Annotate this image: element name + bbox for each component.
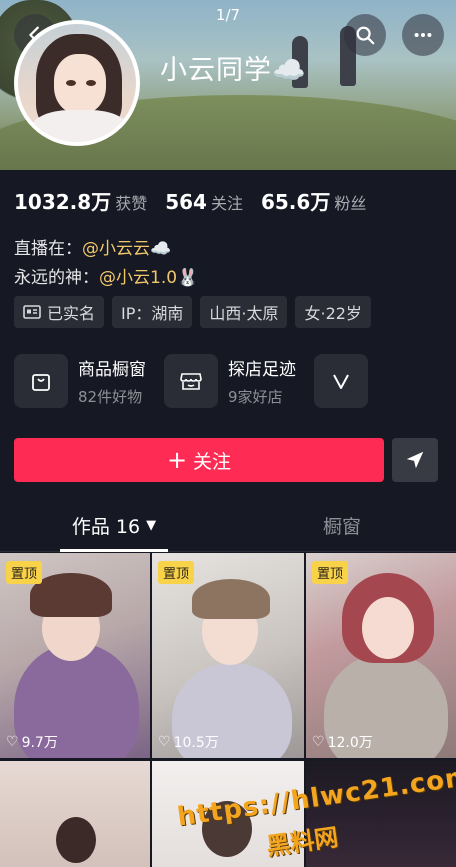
profile-stats: 1032.8万 获赞 564 关注 65.6万 粉丝 [14, 186, 366, 215]
heart-icon: ♡ [6, 734, 19, 750]
tag-location: 山西·太原 [200, 296, 288, 328]
video-tile[interactable]: 置顶 ♡ 10.5万 [152, 553, 304, 758]
shortcut-shop-window[interactable]: 商品橱窗 82件好物 [14, 354, 146, 408]
tab-works[interactable]: 作品 16 ▼ [0, 500, 228, 552]
stat-label: 关注 [210, 194, 243, 213]
like-count: ♡ 10.5万 [158, 732, 219, 752]
shortcut-subtitle: 9家好店 [228, 388, 283, 406]
shortcut-title: 商品橱窗 [78, 360, 146, 380]
bio-mention-link[interactable]: @小云云☁️ [82, 239, 171, 259]
tag-verified: 已实名 [14, 296, 105, 328]
shortcut-partial[interactable] [314, 354, 368, 408]
bio-line-main: 永远的神：@小云1.0🐰 [14, 263, 198, 288]
pinned-badge: 置顶 [158, 561, 195, 584]
more-button[interactable] [402, 14, 444, 56]
bio-prefix: 直播在： [14, 239, 82, 259]
store-icon [164, 354, 218, 408]
tag-label: 山西·太原 [209, 304, 279, 323]
pinned-badge: 置顶 [6, 561, 43, 584]
tab-label: 作品 16 [71, 516, 141, 538]
like-count-value: 12.0万 [327, 735, 373, 751]
profile-shortcuts: 商品橱窗 82件好物 探店足迹 9家好店 [14, 354, 368, 408]
profile-tags: 已实名 IP：湖南 山西·太原 女·22岁 [14, 296, 371, 328]
like-count-value: 10.5万 [173, 735, 219, 751]
bio-mention-link[interactable]: @小云1.0🐰 [99, 268, 198, 288]
heart-icon: ♡ [312, 734, 325, 750]
caret-down-icon[interactable]: ▼ [146, 518, 156, 533]
search-icon [356, 26, 375, 45]
follow-label: 关注 [193, 450, 232, 473]
video-tile[interactable] [0, 761, 150, 867]
id-card-icon [23, 305, 41, 319]
send-icon [406, 451, 424, 469]
video-tile[interactable]: 置顶 ♡ 9.7万 [0, 553, 150, 758]
like-count: ♡ 9.7万 [6, 732, 58, 752]
bio-prefix: 永远的神： [14, 268, 99, 288]
like-count: ♡ 12.0万 [312, 732, 373, 752]
content-tabs: 作品 16 ▼ 橱窗 [0, 500, 456, 552]
stat-likes[interactable]: 1032.8万 获赞 [14, 186, 147, 215]
like-count-value: 9.7万 [21, 735, 58, 751]
plus-icon: + [166, 446, 188, 474]
stat-label: 粉丝 [334, 194, 367, 213]
stat-value: 564 [165, 190, 207, 214]
shortcut-subtitle: 82件好物 [78, 388, 143, 406]
avatar[interactable] [14, 20, 140, 146]
heart-icon: ♡ [158, 734, 171, 750]
stat-followers[interactable]: 65.6万 粉丝 [261, 186, 366, 215]
tag-label: 已实名 [47, 304, 96, 323]
search-button[interactable] [344, 14, 386, 56]
v-icon [314, 354, 368, 408]
video-tile[interactable]: 置顶 ♡ 12.0万 [306, 553, 456, 758]
stat-value: 1032.8万 [14, 190, 112, 214]
tab-shop-window[interactable]: 橱窗 [228, 500, 456, 551]
tag-label: IP：湖南 [121, 304, 184, 323]
stat-following[interactable]: 564 关注 [165, 190, 243, 214]
tag-ip: IP：湖南 [112, 296, 193, 328]
bio-line-live: 直播在：@小云云☁️ [14, 234, 171, 259]
follow-button[interactable]: + 关注 [14, 438, 384, 482]
shopping-bag-icon [14, 354, 68, 408]
tab-label: 橱窗 [322, 516, 361, 538]
tag-gender-age: 女·22岁 [295, 296, 371, 328]
tag-label: 女·22岁 [304, 304, 362, 323]
pinned-badge: 置顶 [312, 561, 349, 584]
shortcut-store-visits[interactable]: 探店足迹 9家好店 [164, 354, 296, 408]
nickname: 小云同学☁️ [160, 55, 307, 86]
more-icon [414, 32, 432, 38]
shortcut-title: 探店足迹 [228, 360, 296, 380]
stat-label: 获赞 [115, 194, 148, 213]
share-button[interactable] [392, 438, 438, 482]
stat-value: 65.6万 [260, 190, 331, 214]
